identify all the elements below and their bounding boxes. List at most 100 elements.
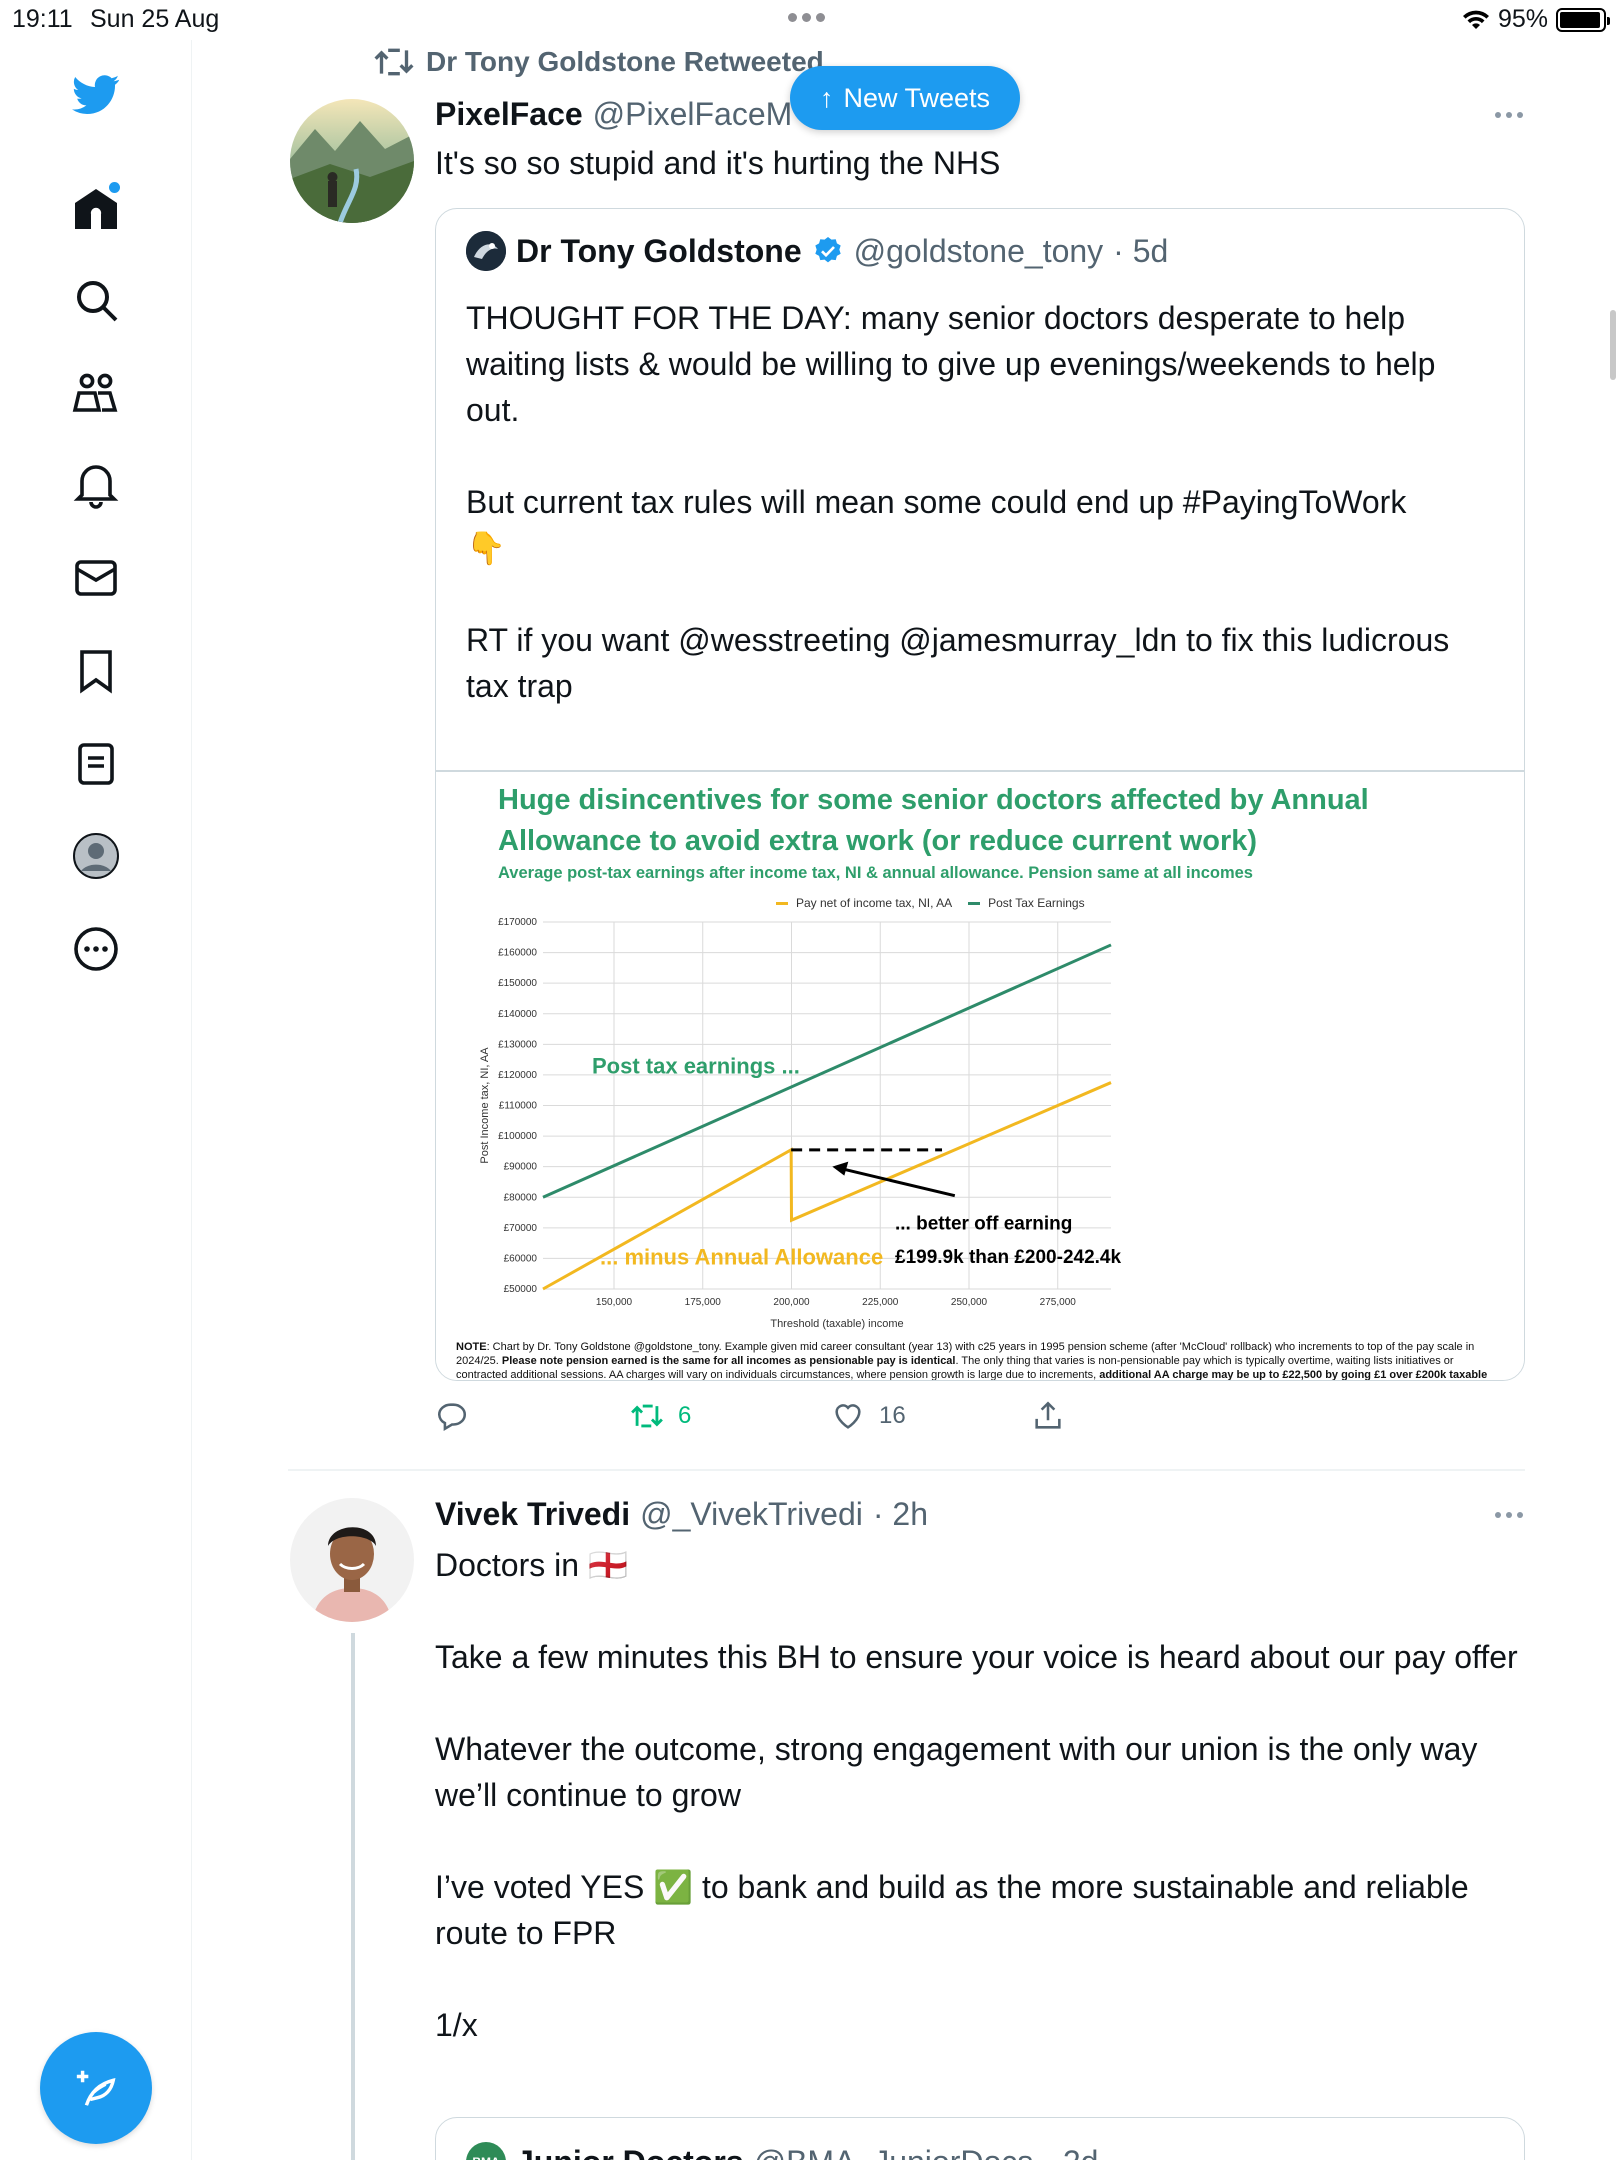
tweet-paragraph: I’ve voted YES ✅ to bank and build as th… [435,1869,1469,1951]
author-name[interactable]: Vivek Trivedi [435,1496,630,1533]
chart-y-tick-label: £100000 [498,1131,537,1142]
share-icon [1035,1401,1061,1429]
quoted-author-handle: @goldstone_tony [853,232,1104,269]
share-button[interactable] [1031,1399,1065,1433]
tweet-time[interactable]: · 2h [873,1496,928,1533]
quoted-author-name: Dr Tony Goldstone [516,232,802,269]
chart-annotation-arrow-2: £199.9k than £200-242.4k [895,1247,1121,1268]
chart-y-tick-label: £80000 [504,1192,538,1203]
chart-y-tick-label: £140000 [498,1009,537,1020]
quoted-paragraph: But current tax rules will mean some cou… [466,484,1407,566]
quoted-paragraph: RT if you want @wesstreeting @jamesmurra… [466,622,1459,704]
quoted-paragraph: THOUGHT FOR THE DAY: many senior doctors… [466,300,1445,428]
nav-more[interactable] [66,919,126,979]
chart-y-tick-label: £60000 [504,1253,538,1264]
compose-feather-icon [76,2070,116,2106]
chart-y-tick-label: £150000 [498,978,537,989]
chart-annotation-arrow-1: ... better off earning [895,1213,1072,1234]
retweet-icon [631,1404,663,1428]
wifi-icon [1462,10,1489,29]
tweet-separator [288,1469,1525,1471]
avatar[interactable] [290,1498,414,1622]
scrollbar[interactable] [1610,310,1616,380]
bell-icon [73,465,119,509]
quoted-tweet[interactable]: BMA Junior Doctors @BMA_JuniorDocs · 2d [435,2117,1525,2160]
chart-x-tick-label: 175,000 [685,1297,722,1308]
profile-avatar-icon [73,833,119,879]
verified-badge-icon [814,237,841,263]
chart-image[interactable]: Huge disincentives for some senior docto… [436,772,1524,1380]
nav-search[interactable] [66,270,126,330]
quoted-tweet[interactable]: Dr Tony Goldstone @goldstone_tony · 5d T… [435,208,1525,1381]
landscape-avatar-image [290,99,414,223]
chart-y-tick-label: £130000 [498,1039,537,1050]
chart-x-tick-label: 225,000 [862,1297,899,1308]
nav-lists[interactable] [66,734,126,794]
chart-y-tick-label: £120000 [498,1070,537,1081]
quoted-tweet-text: THOUGHT FOR THE DAY: many senior doctors… [466,295,1496,755]
multitasking-dots-icon[interactable] [788,13,825,22]
new-tweets-button[interactable]: ↑ New Tweets [790,66,1021,130]
compose-tweet-button[interactable] [40,2032,152,2144]
chart-subtitle: Average post-tax earnings after income t… [498,864,1253,882]
chart-y-axis-label: Post Income tax, NI, AA [479,1047,491,1164]
nav-profile[interactable] [66,826,126,886]
nav-communities[interactable] [66,363,126,423]
retweet-context-label: Dr Tony Goldstone Retweeted [426,46,824,77]
tweet-paragraph: Take a few minutes this BH to ensure you… [435,1639,1518,1675]
avatar[interactable] [290,99,414,223]
quoted-tweet-header: BMA Junior Doctors @BMA_JuniorDocs · 2d [466,2142,1098,2160]
search-icon [77,281,118,322]
retweet-context: Dr Tony Goldstone Retweeted [374,46,824,78]
retweet-count: 6 [678,1402,692,1429]
status-time: 19:11 [12,5,73,33]
quoted-tweet-time: · 5d [1113,232,1169,269]
tweet-more-icon[interactable] [1495,1512,1523,1518]
tweet-paragraph: Whatever the outcome, strong engagement … [435,1731,1478,1813]
chart-y-tick-label: £70000 [504,1223,538,1234]
nav-bookmarks[interactable] [66,641,126,701]
quoted-author-handle: @BMA_JuniorDocs [754,2144,1034,2160]
chart-note: NOTE: Chart by Dr. Tony Goldstone @golds… [456,1340,1506,1380]
chart-x-tick-label: 150,000 [596,1297,633,1308]
chart-x-tick-label: 200,000 [773,1297,810,1308]
author-handle[interactable]: @PixelFaceM [593,96,793,133]
chart-y-tick-label: £90000 [504,1162,538,1173]
chart-title: Huge disincentives for some senior docto… [498,784,1369,857]
nav-messages[interactable] [66,548,126,608]
chart-x-tick-label: 275,000 [1040,1297,1077,1308]
quoted-author-avatar [466,231,506,271]
arrow-up-icon: ↑ [820,82,834,113]
author-name[interactable]: PixelFace [435,96,583,133]
retweet-button[interactable]: 6 [630,1399,691,1433]
chart-x-tick-label: 250,000 [951,1297,988,1308]
reply-icon [437,1403,466,1432]
chart-annotation-green: Post tax earnings ... [592,1053,800,1078]
tweet-paragraph: 1/x [435,2007,478,2043]
twitter-logo-icon[interactable] [66,64,126,124]
nav-home[interactable] [66,178,126,238]
tweet-header: PixelFace @PixelFaceM [435,96,792,133]
chart-y-tick-label: £160000 [498,948,537,959]
nav-notifications[interactable] [66,455,126,515]
like-button[interactable]: 16 [831,1399,906,1433]
mail-icon [75,560,117,596]
quoted-author-avatar: BMA [466,2142,506,2160]
thread-connector [351,1633,355,2160]
tweet-actions: 6 16 [435,1399,1525,1439]
reply-button[interactable] [435,1399,469,1433]
person-avatar-image [290,1498,414,1622]
status-date: Sun 25 Aug [90,5,220,33]
timeline[interactable]: Dr Tony Goldstone Retweeted ↑ New Tweets… [192,40,1620,2160]
quoted-tweet-header: Dr Tony Goldstone @goldstone_tony · 5d [466,231,1168,271]
status-bar: 19:11 Sun 25 Aug 95% [0,0,1620,40]
tweet-more-icon[interactable] [1495,112,1523,118]
tweet-header: Vivek Trivedi @_VivekTrivedi · 2h [435,1496,928,1533]
sidebar [0,40,192,2160]
chart-note-part: Please note pension earned is the same f… [501,1355,956,1367]
battery-icon [1556,7,1610,32]
tweet-text: It's so so stupid and it's hurting the N… [435,145,1001,181]
quoted-tweet-time: · 2d [1043,2144,1098,2160]
chart-y-tick-label: £110000 [499,1101,538,1112]
author-handle[interactable]: @_VivekTrivedi [640,1496,863,1533]
